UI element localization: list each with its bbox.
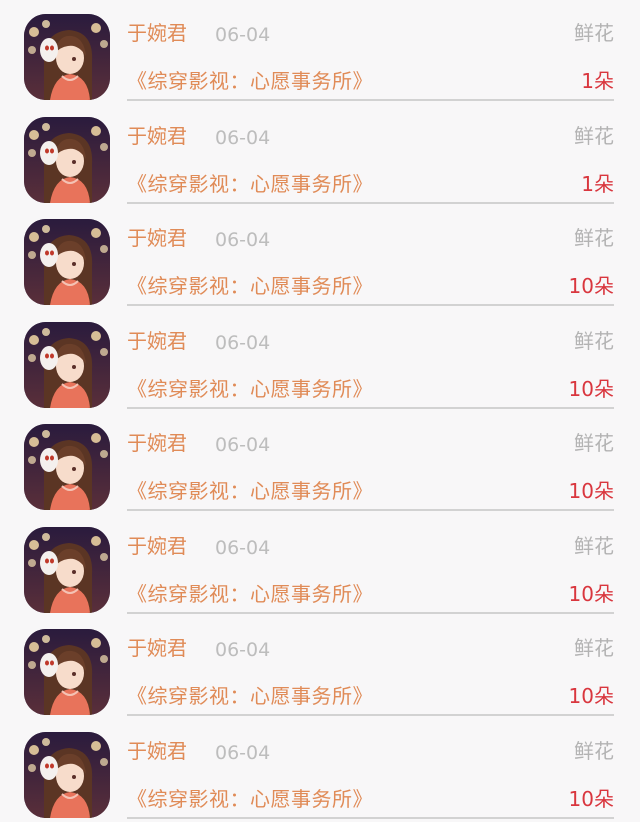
anime-girl-avatar-icon xyxy=(24,321,110,408)
date: 06-04 xyxy=(215,536,271,559)
gift-count: 10朵 xyxy=(568,479,614,503)
list-item[interactable]: 于婉君 06-04 鲜花 《综穿影视：心愿事务所》 10朵 xyxy=(0,308,640,411)
book-title[interactable]: 《综穿影视：心愿事务所》 xyxy=(127,67,373,95)
username[interactable]: 于婉君 xyxy=(127,19,187,47)
username[interactable]: 于婉君 xyxy=(127,634,187,662)
gift-type: 鲜花 xyxy=(574,636,614,660)
gift-count: 10朵 xyxy=(568,581,614,606)
list-item[interactable]: 于婉君 06-04 鲜花 《综穿影视：心愿事务所》 1朵 xyxy=(0,0,640,103)
list-item[interactable]: 于婉君 06-04 鲜花 《综穿影视：心愿事务所》 1朵 xyxy=(0,103,640,206)
gift-type: 鲜花 xyxy=(574,431,614,455)
list-item[interactable]: 于婉君 06-04 鲜花 《综穿影视：心愿事务所》 10朵 xyxy=(0,410,640,513)
username[interactable]: 于婉君 xyxy=(127,224,187,252)
gift-type: 鲜花 xyxy=(574,226,614,250)
divider xyxy=(127,816,614,819)
username[interactable]: 于婉君 xyxy=(127,327,187,355)
date: 06-04 xyxy=(215,741,271,764)
user-avatar[interactable] xyxy=(24,629,110,715)
date: 06-04 xyxy=(215,229,271,251)
list-item[interactable]: 于婉君 06-04 鲜花 《综穿影视：心愿事务所》 10朵 xyxy=(0,205,640,308)
book-title[interactable]: 《综穿影视：心愿事务所》 xyxy=(127,272,373,300)
anime-girl-avatar-icon xyxy=(24,526,110,613)
gift-record-list: 于婉君 06-04 鲜花 《综穿影视：心愿事务所》 1朵 于婉君 06-04 鲜… xyxy=(0,0,640,822)
book-title[interactable]: 《综穿影视：心愿事务所》 xyxy=(127,375,373,403)
divider xyxy=(127,611,614,614)
gift-count: 10朵 xyxy=(568,684,614,708)
gift-type: 鲜花 xyxy=(574,738,614,763)
user-avatar[interactable] xyxy=(24,321,110,408)
gift-count: 1朵 xyxy=(581,171,614,196)
date: 06-04 xyxy=(215,126,271,149)
divider xyxy=(127,406,614,409)
divider xyxy=(127,201,614,204)
user-avatar[interactable] xyxy=(24,424,110,510)
list-item[interactable]: 于婉君 06-04 鲜花 《综穿影视：心愿事务所》 10朵 xyxy=(0,513,640,616)
username[interactable]: 于婉君 xyxy=(127,532,187,560)
user-avatar[interactable] xyxy=(24,14,110,100)
gift-type: 鲜花 xyxy=(574,21,614,45)
divider xyxy=(127,714,614,716)
date: 06-04 xyxy=(215,331,271,354)
username[interactable]: 于婉君 xyxy=(127,429,187,457)
gift-type: 鲜花 xyxy=(574,123,614,148)
list-item[interactable]: 于婉君 06-04 鲜花 《综穿影视：心愿事务所》 10朵 xyxy=(0,718,640,821)
book-title[interactable]: 《综穿影视：心愿事务所》 xyxy=(127,682,373,710)
user-avatar[interactable] xyxy=(24,219,110,305)
divider xyxy=(127,99,614,101)
book-title[interactable]: 《综穿影视：心愿事务所》 xyxy=(127,170,373,198)
divider xyxy=(127,304,614,306)
date: 06-04 xyxy=(215,24,271,46)
username[interactable]: 于婉君 xyxy=(127,737,187,765)
book-title[interactable]: 《综穿影视：心愿事务所》 xyxy=(127,785,373,813)
date: 06-04 xyxy=(215,434,271,456)
list-item[interactable]: 于婉君 06-04 鲜花 《综穿影视：心愿事务所》 10朵 xyxy=(0,615,640,718)
book-title[interactable]: 《综穿影视：心愿事务所》 xyxy=(127,580,373,608)
book-title[interactable]: 《综穿影视：心愿事务所》 xyxy=(127,477,373,505)
anime-girl-avatar-icon xyxy=(24,219,110,305)
anime-girl-avatar-icon xyxy=(24,14,110,100)
divider xyxy=(127,509,614,511)
anime-girl-avatar-icon xyxy=(24,629,110,715)
anime-girl-avatar-icon xyxy=(24,424,110,510)
user-avatar[interactable] xyxy=(24,116,110,203)
user-avatar[interactable] xyxy=(24,731,110,818)
gift-count: 10朵 xyxy=(568,786,614,811)
date: 06-04 xyxy=(215,639,271,661)
gift-type: 鲜花 xyxy=(574,533,614,558)
gift-count: 1朵 xyxy=(581,69,614,93)
user-avatar[interactable] xyxy=(24,526,110,613)
gift-count: 10朵 xyxy=(568,274,614,298)
gift-type: 鲜花 xyxy=(574,328,614,353)
gift-count: 10朵 xyxy=(568,376,614,401)
anime-girl-avatar-icon xyxy=(24,116,110,203)
username[interactable]: 于婉君 xyxy=(127,122,187,150)
anime-girl-avatar-icon xyxy=(24,731,110,818)
